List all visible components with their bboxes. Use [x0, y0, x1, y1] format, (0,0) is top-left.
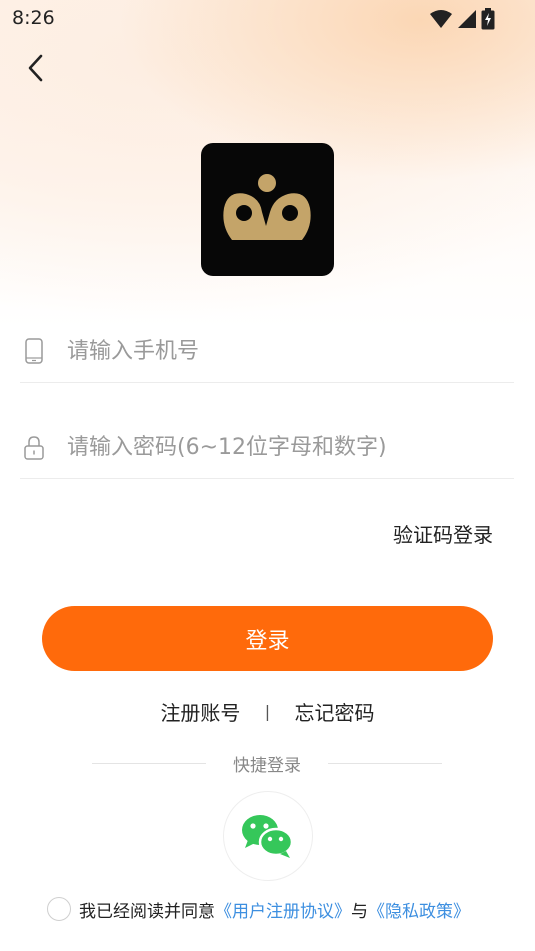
phone-icon	[25, 338, 43, 364]
account-links: 注册账号 | 忘记密码	[0, 697, 535, 726]
wechat-icon	[242, 815, 294, 858]
login-button[interactable]: 登录	[42, 606, 493, 671]
back-button[interactable]	[18, 50, 54, 86]
password-input[interactable]	[67, 428, 497, 466]
privacy-policy-link[interactable]: 《隐私政策》	[368, 897, 470, 922]
password-field	[20, 418, 514, 479]
forgot-password-link[interactable]: 忘记密码	[295, 701, 375, 725]
signal-icon	[458, 10, 476, 28]
agreement-checkbox[interactable]	[47, 897, 71, 921]
crown-logo-icon	[222, 173, 311, 240]
agreement-conjunction: 与	[351, 901, 368, 922]
divider-line-left	[92, 762, 206, 764]
status-icons	[429, 8, 495, 30]
agreement-row: 我已经阅读并同意 《用户注册协议》 与 《隐私政策》	[47, 896, 470, 922]
agreement-prefix: 我已经阅读并同意	[79, 901, 215, 922]
register-account-link[interactable]: 注册账号	[160, 701, 240, 725]
wifi-icon	[430, 10, 452, 28]
divider-line-right	[328, 762, 442, 764]
sms-code-login-link[interactable]: 验证码登录	[393, 519, 493, 548]
quick-login-title: 快捷登录	[233, 755, 301, 776]
user-agreement-link[interactable]: 《用户注册协议》	[215, 897, 351, 922]
status-time: 8:26	[12, 7, 55, 29]
app-logo	[201, 143, 334, 276]
quick-login-divider: 快捷登录	[92, 752, 442, 776]
status-bar: 8:26	[0, 0, 535, 36]
link-separator: |	[264, 702, 271, 721]
wechat-login-button[interactable]	[223, 791, 313, 881]
phone-field	[20, 322, 514, 383]
lock-icon	[24, 436, 44, 460]
battery-charging-icon	[481, 8, 495, 30]
phone-input[interactable]	[67, 332, 497, 370]
chevron-left-icon	[28, 54, 43, 82]
